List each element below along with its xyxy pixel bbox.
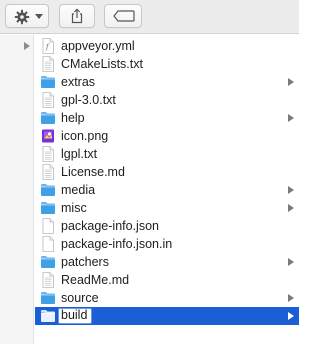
- text-document-icon: [40, 146, 56, 162]
- text-document-icon: [40, 92, 56, 108]
- column-browser: f appveyor.yml CMakeLists.txt extras gpl-3.0…: [0, 35, 299, 344]
- file-row[interactable]: ReadMe.md: [35, 271, 299, 289]
- share-icon: [71, 8, 83, 24]
- file-row[interactable]: gpl-3.0.txt: [35, 91, 299, 109]
- folder-icon: [40, 290, 56, 306]
- file-row[interactable]: CMakeLists.txt: [35, 55, 299, 73]
- script-file-icon: f: [40, 38, 56, 54]
- file-name: misc: [61, 201, 87, 215]
- file-name: ReadMe.md: [61, 273, 130, 287]
- disclosure-arrow-icon: [24, 42, 30, 50]
- folder-row[interactable]: build: [35, 307, 299, 325]
- file-row[interactable]: package-info.json.in: [35, 235, 299, 253]
- folder-icon: [40, 182, 56, 198]
- folder-icon: [40, 308, 56, 324]
- file-name: source: [61, 291, 99, 305]
- blank-document-icon: [40, 218, 56, 234]
- disclosure-arrow-icon: [288, 312, 294, 320]
- share-button[interactable]: [59, 4, 95, 28]
- blank-document-icon: [40, 236, 56, 252]
- file-name: CMakeLists.txt: [61, 57, 143, 71]
- folder-icon: [40, 110, 56, 126]
- disclosure-arrow-icon: [288, 114, 294, 122]
- text-document-icon: [40, 164, 56, 180]
- file-row[interactable]: package-info.json: [35, 217, 299, 235]
- file-name: gpl-3.0.txt: [61, 93, 116, 107]
- file-row[interactable]: icon.png: [35, 127, 299, 145]
- folder-row[interactable]: media: [35, 181, 299, 199]
- text-document-icon: [40, 56, 56, 72]
- file-name: License.md: [61, 165, 125, 179]
- tag-icon: [113, 10, 135, 22]
- tags-button[interactable]: [104, 4, 142, 28]
- file-name: appveyor.yml: [61, 39, 135, 53]
- file-name: patchers: [61, 255, 109, 269]
- file-name: icon.png: [61, 129, 109, 143]
- disclosure-arrow-icon: [288, 78, 294, 86]
- file-name: extras: [61, 75, 96, 89]
- file-row[interactable]: lgpl.txt: [35, 145, 299, 163]
- action-menu-button[interactable]: [5, 4, 49, 28]
- finder-toolbar: [0, 0, 299, 34]
- disclosure-arrow-icon: [288, 204, 294, 212]
- folder-icon: [40, 254, 56, 270]
- folder-row[interactable]: extras: [35, 73, 299, 91]
- folder-row[interactable]: misc: [35, 199, 299, 217]
- file-name: help: [61, 111, 85, 125]
- file-name: lgpl.txt: [61, 147, 98, 161]
- file-name: package-info.json.in: [61, 237, 173, 251]
- gear-icon: [14, 9, 30, 25]
- chevron-down-icon: [35, 14, 43, 19]
- file-row[interactable]: f appveyor.yml: [35, 37, 299, 55]
- folder-row[interactable]: source: [35, 289, 299, 307]
- image-file-icon: [40, 128, 56, 144]
- parent-column[interactable]: [0, 35, 34, 344]
- file-name: media: [61, 183, 96, 197]
- folder-icon: [40, 74, 56, 90]
- file-list[interactable]: f appveyor.yml CMakeLists.txt extras gpl-3.0…: [35, 37, 299, 325]
- rename-field[interactable]: build: [58, 308, 93, 324]
- text-document-icon: [40, 272, 56, 288]
- disclosure-arrow-icon: [288, 186, 294, 194]
- disclosure-arrow-icon: [288, 258, 294, 266]
- folder-row[interactable]: help: [35, 109, 299, 127]
- folder-row[interactable]: patchers: [35, 253, 299, 271]
- file-row[interactable]: License.md: [35, 163, 299, 181]
- file-name: package-info.json: [61, 219, 159, 233]
- folder-icon: [40, 200, 56, 216]
- disclosure-arrow-icon: [288, 294, 294, 302]
